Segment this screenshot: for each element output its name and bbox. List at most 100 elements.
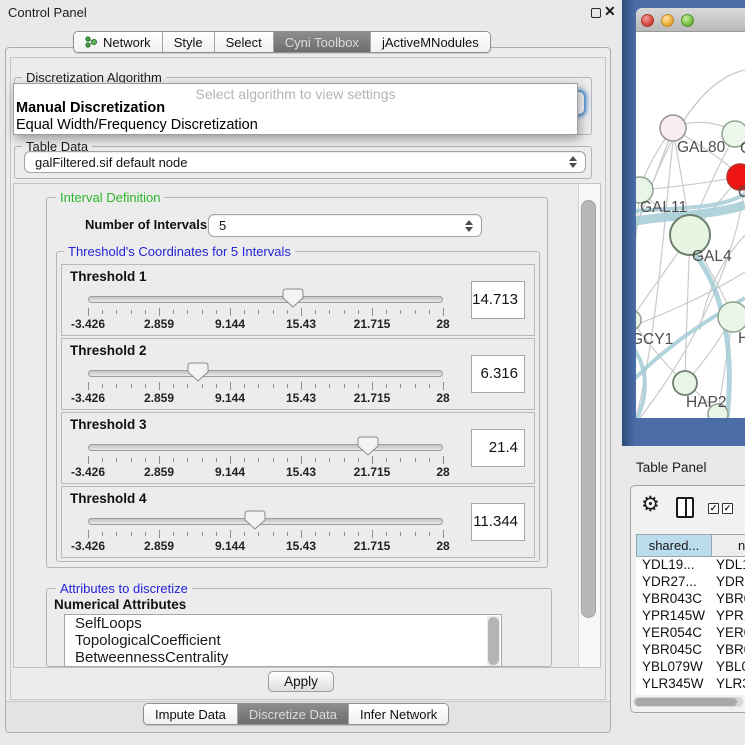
table-row[interactable]: YDL19...YDL1 (636, 557, 745, 574)
close-traffic-light[interactable] (641, 14, 654, 27)
threshold-1-slider-track[interactable] (88, 296, 443, 303)
tab-label: jActiveMNodules (382, 35, 479, 50)
combo-arrows-icon (465, 220, 473, 232)
algorithm-dropdown-popup: Select algorithm to view settings Manual… (13, 83, 578, 135)
table-panel-title: Table Panel (636, 460, 707, 475)
gear-icon[interactable]: ⚙ (641, 492, 660, 517)
tab-label: Infer Network (360, 707, 437, 722)
main-scrollbar-thumb[interactable] (581, 200, 596, 618)
slider-tick-marks (88, 530, 443, 539)
table-data-value: galFiltered.sif default node (35, 155, 187, 170)
slider-tick-label: 2.859 (144, 391, 174, 405)
table-row[interactable]: YPR145W YPR1 (636, 608, 745, 625)
network-canvas[interactable]: GAL80GACGAL11GAL4GCY1HHAP2 (636, 32, 745, 418)
cell-name: YPR1 (716, 608, 745, 623)
close-icon[interactable]: ✕ (604, 3, 616, 20)
algorithm-option-manual-discretization[interactable]: Manual Discretization (16, 100, 165, 116)
combo-arrows-icon (569, 156, 577, 168)
top-tab-bar: NetworkStyleSelect Cyni Toolbox jActiveMNo… (73, 31, 491, 53)
node-label-gal80: GAL80 (677, 139, 726, 156)
cell-name: YBR0 (716, 642, 745, 657)
network-node[interactable] (718, 302, 745, 332)
tab-label: Cyni Toolbox (285, 35, 359, 50)
cell-shared-name: YBL079W (642, 659, 703, 674)
slider-tick-label: -3.426 (71, 539, 105, 553)
network-window-titlebar[interactable] (636, 8, 745, 32)
table-hscrollbar-thumb[interactable] (635, 698, 737, 706)
table-row[interactable]: YBR043C YBR0 (636, 591, 745, 608)
threshold-label: Threshold 3 (70, 417, 147, 432)
zoom-traffic-light[interactable] (681, 14, 694, 27)
cell-shared-name: YPR145W (642, 608, 705, 623)
table-row[interactable]: YBR045C YBR0 (636, 642, 745, 659)
cell-name: YER0 (716, 625, 745, 640)
tab-style[interactable]: Style (162, 32, 214, 52)
table-row[interactable]: YIL052CYIL0 (636, 693, 745, 695)
screenshot-root: Control Panel ✕ NetworkStyleSelectCyni T… (0, 0, 745, 745)
network-icon (85, 35, 98, 49)
tab-select[interactable]: Select (214, 32, 273, 52)
threshold-3-slider-track[interactable] (88, 444, 443, 451)
cell-shared-name: YBR043C (642, 591, 702, 606)
node-label-c: C (738, 184, 745, 201)
column-header-shared[interactable]: shared... (636, 534, 712, 557)
table-data-combobox[interactable]: galFiltered.sif default node (24, 151, 586, 173)
threshold-1-slider-thumb[interactable] (282, 288, 304, 308)
table-row[interactable]: YER054C YER0 (636, 625, 745, 642)
column-header-name[interactable]: na (711, 534, 745, 557)
cell-shared-name: YBR045C (642, 642, 702, 657)
select-all-checkbox-icon[interactable]: ✓ (708, 503, 719, 514)
node-label-hap2: HAP2 (686, 394, 727, 411)
tab-jactivemnodules[interactable]: jActiveMNodules (370, 32, 490, 52)
threshold-3-slider-thumb[interactable] (357, 436, 379, 456)
threshold-2-slider-track[interactable] (88, 370, 443, 377)
threshold-1-value-field[interactable]: 14.713 (471, 281, 525, 319)
attribute-item-betweennesscentrality[interactable]: BetweennessCentrality (65, 649, 501, 666)
cell-name: YBL0 (716, 659, 745, 674)
attribute-item-topologicalcoefficient[interactable]: TopologicalCoefficient (65, 632, 501, 649)
threshold-3-value-field[interactable]: 21.4 (471, 429, 525, 467)
threshold-2-value-field[interactable]: 6.316 (471, 355, 525, 393)
slider-tick-label: -3.426 (71, 391, 105, 405)
threshold-2-slider-thumb[interactable] (187, 362, 209, 382)
tab-impute-data[interactable]: Impute Data (144, 704, 237, 724)
table-row[interactable]: YLR345WYLR3 (636, 676, 745, 693)
minimize-traffic-light[interactable] (661, 14, 674, 27)
node-label-h: H (738, 330, 745, 347)
network-node[interactable] (660, 115, 686, 141)
network-node[interactable] (636, 310, 641, 330)
slider-tick-marks (88, 456, 443, 465)
apply-button[interactable]: Apply (268, 671, 334, 692)
algorithm-option-equal-width-frequency-discretization[interactable]: Equal Width/Frequency Discretization (16, 117, 258, 133)
float-window-icon[interactable] (591, 8, 601, 18)
slider-tick-label: 21.715 (354, 465, 391, 479)
node-table[interactable]: YDL19...YDL1YDR27...YDR2YBR043C YBR0 YPR14… (636, 557, 745, 695)
select-none-checkbox-icon[interactable]: ✓ (722, 503, 733, 514)
network-node[interactable] (673, 371, 697, 395)
tab-discretize-data[interactable]: Discretize Data (237, 704, 348, 724)
tab-infer-network[interactable]: Infer Network (348, 704, 448, 724)
slider-tick-label: 21.715 (354, 391, 391, 405)
numerical-attributes-list[interactable]: SelfLoopsTopologicalCoefficientBetweenne… (64, 614, 502, 667)
cell-shared-name: YER054C (642, 625, 702, 640)
cell-shared-name: YDL19... (642, 557, 695, 572)
slider-tick-label: 9.144 (215, 539, 245, 553)
threshold-3-panel: Threshold 3-3.4262.8599.14415.4321.71528… (61, 412, 535, 484)
number-of-intervals-combobox[interactable]: 5 (208, 214, 482, 237)
threshold-4-slider-thumb[interactable] (244, 510, 266, 530)
table-row[interactable]: YDR27...YDR2 (636, 574, 745, 591)
threshold-4-value-field[interactable]: 11.344 (471, 503, 525, 541)
columns-icon[interactable] (676, 497, 694, 518)
table-row[interactable]: YBL079W YBL0 (636, 659, 745, 676)
slider-tick-label: 9.144 (215, 391, 245, 405)
tab-network[interactable]: Network (74, 32, 162, 52)
tab-label: Discretize Data (249, 707, 337, 722)
slider-tick-marks (88, 308, 443, 317)
attributes-group-label: Attributes to discretize (56, 581, 192, 596)
threshold-label: Threshold 4 (70, 491, 147, 506)
attribute-item-selfloops[interactable]: SelfLoops (65, 615, 501, 632)
tab-cyni-toolbox[interactable]: Cyni Toolbox (273, 32, 370, 52)
cell-name: YBR0 (716, 591, 745, 606)
cell-shared-name: YIL052C (642, 693, 695, 695)
attributes-scrollbar[interactable] (487, 616, 500, 666)
